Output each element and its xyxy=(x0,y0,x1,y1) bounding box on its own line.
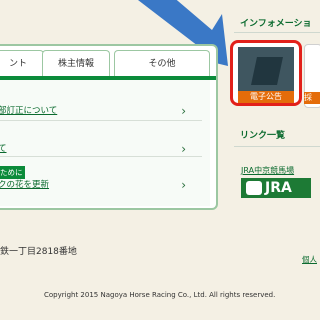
news-link[interactable]: て xyxy=(0,144,7,154)
section-rule xyxy=(234,146,320,147)
divider xyxy=(0,156,202,157)
horse-icon xyxy=(246,181,262,195)
info-section-title: インフォメーショ xyxy=(240,19,312,29)
chevron-right-icon: › xyxy=(181,142,186,156)
tab-bar: ント 株主情報 その他 xyxy=(0,46,216,80)
electronic-notice-label: 電子公告 xyxy=(238,91,294,103)
partial-info-label: 採 xyxy=(304,92,320,104)
tab-shareholder-info[interactable]: 株主情報 xyxy=(42,50,110,77)
tab-label: ント xyxy=(8,59,27,69)
jra-chukyo-link[interactable]: JRA中京競馬場 xyxy=(241,165,294,176)
company-address: 鉄一丁目2818番地 xyxy=(0,247,77,257)
tab-partial[interactable]: ント xyxy=(0,50,44,77)
tab-label: 株主情報 xyxy=(57,59,94,69)
chevron-right-icon: › xyxy=(181,104,186,118)
tab-label: その他 xyxy=(148,59,176,69)
news-link[interactable]: 部訂正について xyxy=(0,106,57,116)
news-link[interactable]: クの花を更新 xyxy=(0,180,49,190)
main-content-panel: ント 株主情報 その他 部訂正について › て › ために クの花を更新 › xyxy=(0,44,218,210)
news-item[interactable]: 部訂正について › xyxy=(0,104,202,118)
divider xyxy=(0,120,202,121)
links-section-title: リンク一覧 xyxy=(240,131,286,141)
copyright-text: Copyright 2015 Nagoya Horse Racing Co., … xyxy=(44,291,276,299)
chevron-right-icon: › xyxy=(181,178,186,192)
jra-logo-text: JRA xyxy=(265,180,292,196)
news-item[interactable]: て › xyxy=(0,142,202,156)
section-rule xyxy=(234,32,320,33)
jra-logo[interactable]: JRA xyxy=(241,178,311,198)
notice-image xyxy=(238,47,294,91)
privacy-link[interactable]: 個人 xyxy=(302,254,317,265)
news-list: 部訂正について › て › ために クの花を更新 › xyxy=(0,80,210,206)
electronic-notice-card[interactable]: 電子公告 xyxy=(230,40,302,106)
tab-other[interactable]: その他 xyxy=(114,50,210,77)
news-item[interactable]: クの花を更新 › xyxy=(0,178,202,192)
